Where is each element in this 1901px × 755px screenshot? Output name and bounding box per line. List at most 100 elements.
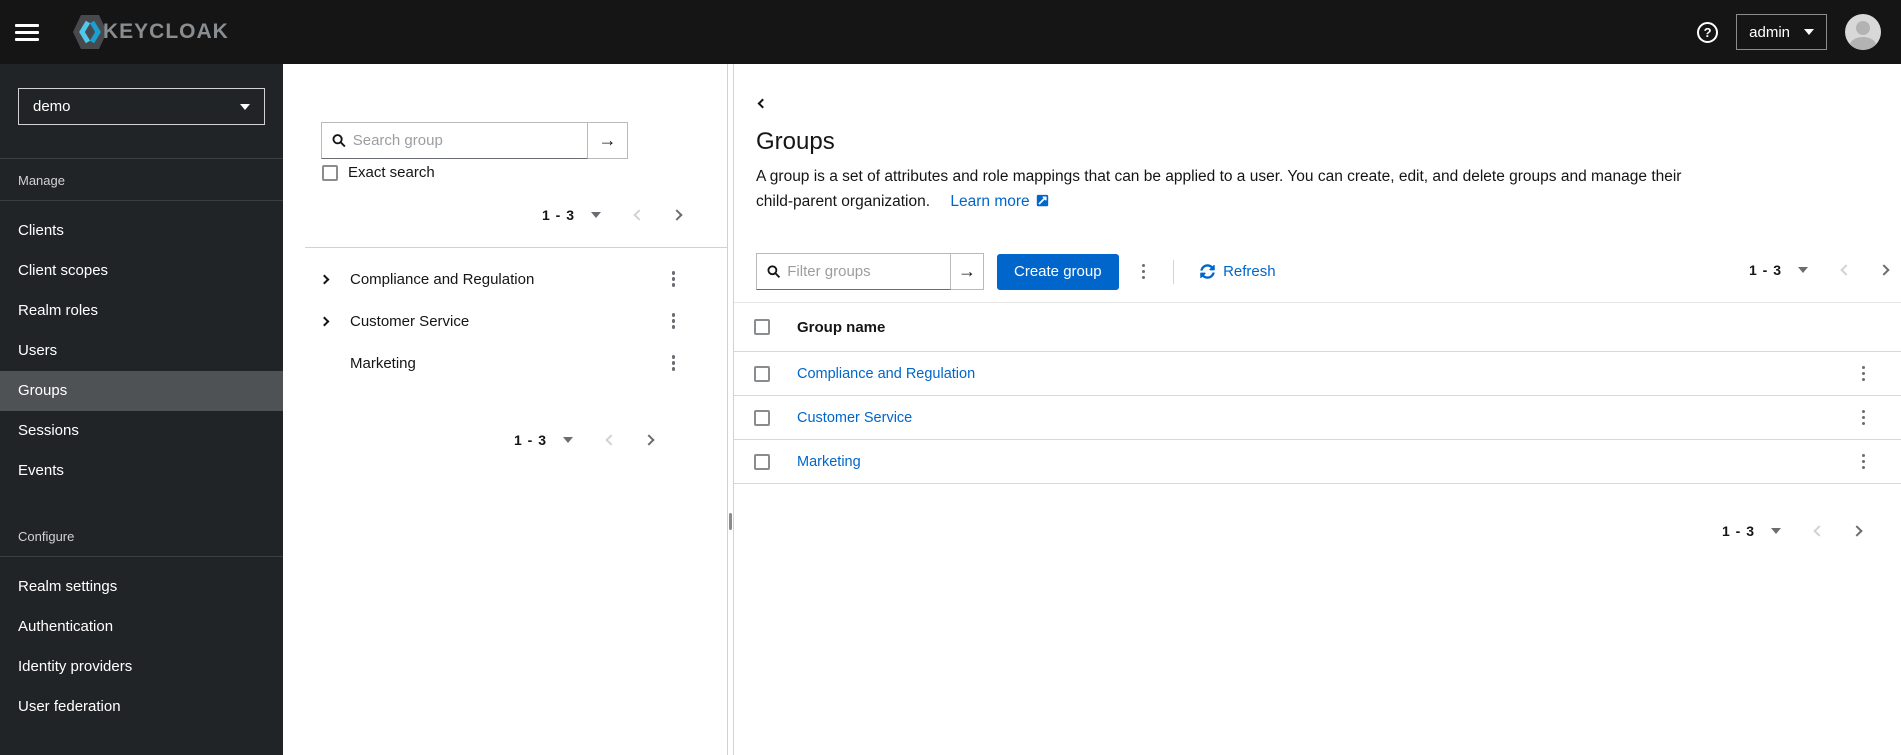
pagination-next-icon[interactable] [1851,525,1863,537]
tree-item-label[interactable]: Compliance and Regulation [350,271,534,288]
filter-groups-submit-button[interactable]: → [951,253,984,290]
groups-table: Group name Compliance and Regulation Cus… [734,302,1901,484]
realm-selector[interactable]: demo [18,88,265,125]
pagination-prev-icon[interactable] [1840,264,1852,276]
chevron-down-icon [240,103,250,110]
group-search-field [321,122,588,159]
pagination-range-label: 1 - 3 [1748,262,1782,278]
realm-selector-value: demo [33,98,71,115]
pagination-options-caret-icon[interactable] [1798,267,1808,273]
nav-section-title-manage: Manage [0,159,283,201]
exact-search-control: Exact search [322,164,435,181]
sidebar: demo Manage Clients Client scopes Realm … [0,64,283,755]
sidebar-item-groups[interactable]: Groups [0,371,283,411]
expand-chevron-right-icon[interactable] [319,274,337,284]
group-name-link[interactable]: Compliance and Regulation [797,366,975,382]
pagination-range-label: 1 - 3 [513,432,547,448]
nav-list-manage: Clients Client scopes Realm roles Users … [0,211,283,491]
pagination-options-caret-icon[interactable] [563,437,573,443]
tree-item[interactable]: Marketing [283,342,727,384]
pagination-next-icon[interactable] [643,434,655,446]
row-kebab-menu-icon[interactable] [1856,405,1872,431]
kebab-menu-icon[interactable] [666,266,682,292]
collapse-back-button[interactable] [755,91,770,114]
tree-item[interactable]: Customer Service [283,300,727,342]
refresh-button[interactable]: Refresh [1200,263,1276,280]
groups-main-panel: Groups A group is a set of attributes an… [734,64,1901,755]
masthead: KEYCLOAK ? admin [0,0,1901,64]
external-link-icon [1036,194,1048,207]
help-icon[interactable]: ? [1697,21,1719,43]
sidebar-item-authentication[interactable]: Authentication [0,607,283,647]
masthead-utilities: ? admin [1697,14,1881,50]
user-dropdown[interactable]: admin [1736,14,1827,50]
nav-toggle-hamburger-icon[interactable] [15,23,39,41]
row-checkbox[interactable] [754,409,770,426]
brand-text: KEYCLOAK [103,20,229,43]
group-name-link[interactable]: Marketing [797,454,861,470]
filter-groups-control: → [756,253,984,290]
username-label: admin [1749,23,1790,41]
sidebar-item-events[interactable]: Events [0,451,283,491]
pagination-prev-icon[interactable] [605,434,617,446]
sidebar-item-client-scopes[interactable]: Client scopes [0,251,283,291]
sidebar-item-identity-providers[interactable]: Identity providers [0,647,283,687]
row-checkbox[interactable] [754,453,770,470]
exact-search-checkbox[interactable] [322,164,338,181]
pagination-prev-icon[interactable] [633,209,645,221]
panel-resize-splitter[interactable] [727,64,734,755]
learn-more-link[interactable]: Learn more [950,193,1048,210]
table-header-row: Group name [734,302,1901,352]
refresh-label: Refresh [1223,263,1276,280]
pagination-next-icon[interactable] [1878,264,1890,276]
page-description: A group is a set of attributes and role … [756,164,1681,214]
kebab-menu-icon[interactable] [666,350,682,376]
select-all-checkbox[interactable] [754,319,770,335]
tree-item[interactable]: Compliance and Regulation [283,258,727,300]
chevron-down-icon [1804,29,1814,35]
sidebar-item-sessions[interactable]: Sessions [0,411,283,451]
tree-item-label[interactable]: Customer Service [350,313,469,330]
sidebar-item-realm-roles[interactable]: Realm roles [0,291,283,331]
table-row: Marketing [734,440,1901,484]
expand-chevron-right-icon[interactable] [319,316,337,326]
create-group-button[interactable]: Create group [997,253,1119,290]
avatar [1845,14,1881,50]
sidebar-item-clients[interactable]: Clients [0,211,283,251]
splitter-grip-icon[interactable] [729,513,732,530]
search-icon [332,134,346,148]
toolbar-kebab-menu-icon[interactable] [1136,259,1152,285]
row-kebab-menu-icon[interactable] [1856,361,1872,387]
description-line2: child-parent organization. [756,193,931,210]
table-row: Customer Service [734,396,1901,440]
pagination-next-icon[interactable] [671,209,683,221]
group-search-input[interactable] [352,132,579,149]
pagination-range-label: 1 - 3 [1721,523,1755,539]
row-checkbox[interactable] [754,365,770,382]
row-kebab-menu-icon[interactable] [1856,449,1872,475]
pagination-options-caret-icon[interactable] [591,212,601,218]
toolbar-divider [1173,259,1175,284]
tree-pagination-bottom: 1 - 3 [513,432,655,448]
keycloak-brand[interactable]: KEYCLOAK [71,11,229,53]
table-pagination-bottom: 1 - 3 [1721,523,1863,539]
kebab-menu-icon[interactable] [666,308,682,334]
group-tree-list: Compliance and Regulation Customer Servi… [283,258,727,384]
filter-groups-input[interactable] [787,263,942,280]
sidebar-item-users[interactable]: Users [0,331,283,371]
tree-item-label[interactable]: Marketing [350,355,416,372]
chevron-left-icon [757,98,768,109]
group-search-control: → [321,122,628,159]
sidebar-item-user-federation[interactable]: User federation [0,687,283,727]
group-name-link[interactable]: Customer Service [797,410,912,426]
nav-list-configure: Realm settings Authentication Identity p… [0,567,283,727]
sidebar-item-realm-settings[interactable]: Realm settings [0,567,283,607]
arrow-right-icon: → [598,130,617,150]
pagination-options-caret-icon[interactable] [1771,528,1781,534]
page-title: Groups [756,128,835,155]
group-search-submit-button[interactable]: → [588,122,628,159]
pagination-prev-icon[interactable] [1813,525,1825,537]
pagination-range-label: 1 - 3 [541,207,575,223]
tree-pagination-top: 1 - 3 [541,207,683,223]
column-header-group-name: Group name [797,318,886,336]
